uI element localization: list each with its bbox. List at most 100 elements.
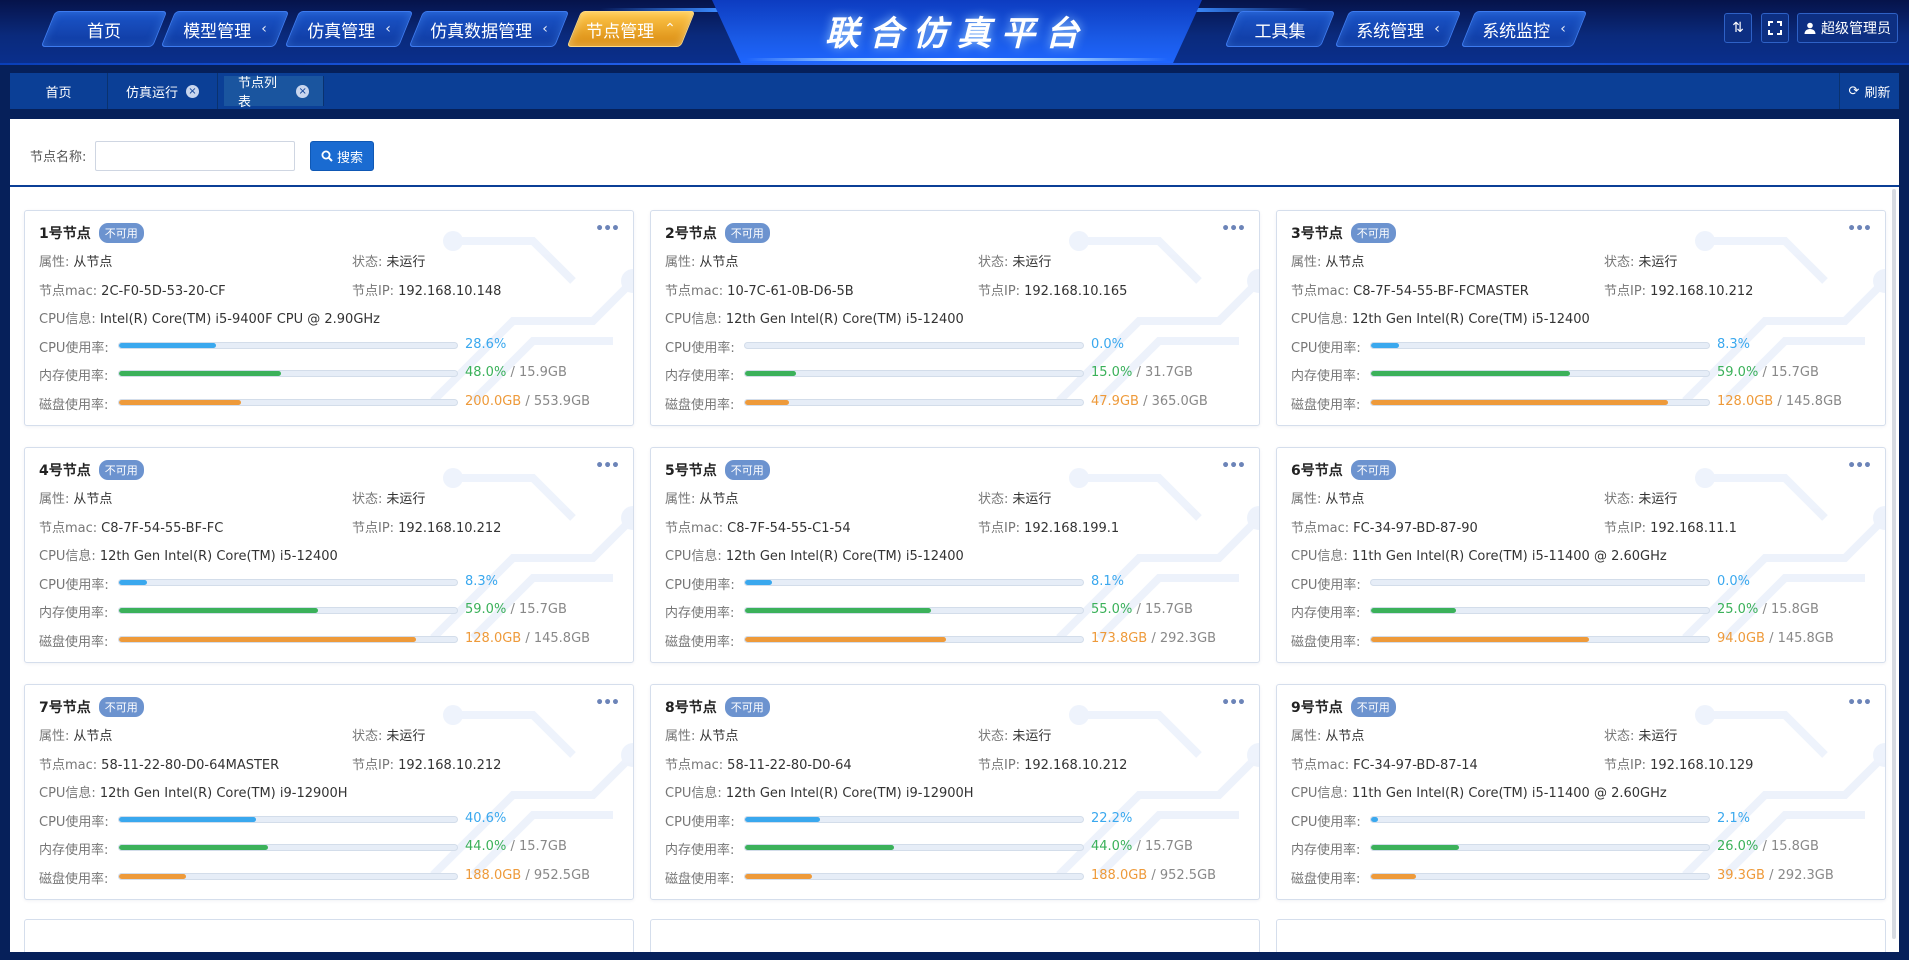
node-mac: 节点mac: C8-7F-54-55-C1-54 xyxy=(665,517,851,536)
refresh-icon: ⟳ xyxy=(1848,83,1860,99)
more-options-icon[interactable]: ••• xyxy=(595,695,620,711)
node-card: 3号节点 不可用 ••• 属性: 从节点 状态: 未运行 节点mac: C8-7F-5… xyxy=(1276,210,1886,426)
disk-usage-row: 磁盘使用率: 128.0GB / 145.8GB xyxy=(39,631,629,650)
cpu-usage-fill xyxy=(119,343,216,348)
cpu-usage-label: CPU使用率: xyxy=(665,341,735,356)
node-card-partial xyxy=(1276,919,1886,952)
vertical-scrollbar[interactable] xyxy=(1892,189,1896,939)
tab-node-list[interactable]: 节点列表 × xyxy=(224,76,324,110)
node-ip: 节点IP: 192.168.10.212 xyxy=(1604,280,1753,299)
disk-used: 39.3GB xyxy=(1717,868,1765,883)
memory-usage-value: 59.0% / 15.7GB xyxy=(1717,365,1819,380)
tab-node-list-label: 节点列表 xyxy=(238,76,278,110)
more-options-icon[interactable]: ••• xyxy=(1847,695,1872,711)
more-options-icon[interactable]: ••• xyxy=(1847,221,1872,237)
node-cpu-info: CPU信息: 11th Gen Intel(R) Core(TM) i5-1140… xyxy=(1291,545,1667,564)
memory-total: / 15.9GB xyxy=(506,365,567,380)
disk-usage-bar xyxy=(1370,399,1710,406)
nav-home-label: 首页 xyxy=(87,21,121,42)
close-icon[interactable]: × xyxy=(296,84,309,98)
status-value: 未运行 xyxy=(1638,729,1678,744)
more-options-icon[interactable]: ••• xyxy=(595,458,620,474)
ip-value: 192.168.10.129 xyxy=(1650,758,1754,773)
node-mac: 节点mac: 2C-F0-5D-53-20-CF xyxy=(39,280,226,299)
node-ip: 节点IP: 192.168.199.1 xyxy=(978,517,1119,536)
search-button[interactable]: 搜索 xyxy=(310,141,374,171)
node-card: 2号节点 不可用 ••• 属性: 从节点 状态: 未运行 节点mac: 10-7C-6… xyxy=(650,210,1260,426)
status-badge: 不可用 xyxy=(724,223,770,243)
node-attribute: 属性: 从节点 xyxy=(39,488,112,507)
tab-home[interactable]: 首页 xyxy=(10,73,108,109)
disk-usage-fill xyxy=(745,874,812,879)
disk-usage-row: 磁盘使用率: 128.0GB / 145.8GB xyxy=(1291,394,1881,413)
cpu-usage-bar xyxy=(744,816,1084,823)
memory-usage-fill xyxy=(1371,608,1456,613)
cpu-usage-fill xyxy=(745,580,773,585)
chevron-up-icon: ⌃ xyxy=(664,21,676,37)
nav-system-management[interactable]: 系统管理 ‹ xyxy=(1334,11,1462,47)
more-options-icon[interactable]: ••• xyxy=(1221,221,1246,237)
status-value: 未运行 xyxy=(1638,492,1678,507)
memory-usage-value: 26.0% / 15.8GB xyxy=(1717,839,1819,854)
nav-node-management[interactable]: 节点管理 ⌃ xyxy=(566,11,696,47)
nav-simulation-label: 仿真管理 xyxy=(307,21,376,42)
nav-monitor-label: 系统监控 xyxy=(1482,21,1551,42)
node-name: 4号节点 xyxy=(39,463,91,479)
nav-home[interactable]: 首页 xyxy=(40,11,168,47)
node-mac: 节点mac: 10-7C-61-0B-D6-5B xyxy=(665,280,854,299)
cpu-info-label: CPU信息: xyxy=(39,786,96,801)
nav-simdata-label: 仿真数据管理 xyxy=(430,21,533,42)
more-options-icon[interactable]: ••• xyxy=(1847,458,1872,474)
memory-usage-fill xyxy=(119,371,282,376)
nav-toolset[interactable]: 工具集 xyxy=(1224,11,1336,47)
nav-model-management[interactable]: 模型管理 ‹ xyxy=(160,11,290,47)
disk-usage-bar xyxy=(118,636,458,643)
mac-label: 节点mac: xyxy=(665,521,724,536)
status-value: 未运行 xyxy=(1012,255,1052,270)
nav-simulation-data-management[interactable]: 仿真数据管理 ‹ xyxy=(408,11,570,47)
node-name: 2号节点 xyxy=(665,226,717,242)
attr-label: 属性: xyxy=(39,255,70,270)
memory-usage-percent: 15.0% xyxy=(1091,365,1133,380)
memory-usage-fill xyxy=(119,608,319,613)
memory-usage-bar xyxy=(118,844,458,851)
mac-label: 节点mac: xyxy=(39,521,98,536)
top-navigation-bar: 联合仿真平台 首页 模型管理 ‹ 仿真管理 ‹ 仿真数据管理 ‹ 节点管理 ⌃ 工具集 … xyxy=(0,0,1909,65)
more-options-icon[interactable]: ••• xyxy=(595,221,620,237)
user-menu-button[interactable]: 超级管理员 xyxy=(1797,13,1898,43)
disk-usage-row: 磁盘使用率: 188.0GB / 952.5GB xyxy=(665,868,1255,887)
node-cpu-info: CPU信息: 12th Gen Intel(R) Core(TM) i5-1240… xyxy=(39,545,338,564)
refresh-button[interactable]: ⟳ 刷新 xyxy=(1839,73,1899,109)
nav-system-monitoring[interactable]: 系统监控 ‹ xyxy=(1460,11,1588,47)
nav-toolset-label: 工具集 xyxy=(1254,21,1306,42)
status-label: 状态: xyxy=(1604,255,1635,270)
mac-label: 节点mac: xyxy=(39,284,98,299)
memory-usage-bar xyxy=(1370,607,1710,614)
memory-usage-value: 59.0% / 15.7GB xyxy=(465,602,567,617)
sort-toggle-button[interactable]: ⇅ xyxy=(1724,13,1752,43)
memory-usage-row: 内存使用率: 15.0% / 31.7GB xyxy=(665,365,1255,384)
mac-value: FC-34-97-BD-87-14 xyxy=(1353,758,1478,773)
disk-usage-fill xyxy=(1371,400,1668,405)
memory-total: / 15.7GB xyxy=(506,602,567,617)
node-name: 6号节点 xyxy=(1291,463,1343,479)
node-mac: 节点mac: C8-7F-54-55-BF-FC xyxy=(39,517,223,536)
status-badge: 不可用 xyxy=(1350,223,1396,243)
attr-label: 属性: xyxy=(665,492,696,507)
tab-simulation-run[interactable]: 仿真运行 × xyxy=(108,73,218,109)
node-name-search-input[interactable] xyxy=(95,141,295,171)
disk-usage-fill xyxy=(1371,637,1589,642)
cpu-usage-bar xyxy=(118,342,458,349)
close-icon[interactable]: × xyxy=(186,84,199,98)
disk-usage-bar xyxy=(744,636,1084,643)
nav-simulation-management[interactable]: 仿真管理 ‹ xyxy=(284,11,414,47)
mac-value: C8-7F-54-55-BF-FC xyxy=(101,521,224,536)
disk-usage-row: 磁盘使用率: 173.8GB / 292.3GB xyxy=(665,631,1255,650)
mem-usage-label: 内存使用率: xyxy=(1291,843,1361,858)
more-options-icon[interactable]: ••• xyxy=(1221,695,1246,711)
cpu-usage-label: CPU使用率: xyxy=(1291,815,1361,830)
mac-label: 节点mac: xyxy=(1291,758,1350,773)
disk-total: / 292.3GB xyxy=(1147,631,1217,646)
more-options-icon[interactable]: ••• xyxy=(1221,458,1246,474)
fullscreen-button[interactable] xyxy=(1761,13,1789,43)
